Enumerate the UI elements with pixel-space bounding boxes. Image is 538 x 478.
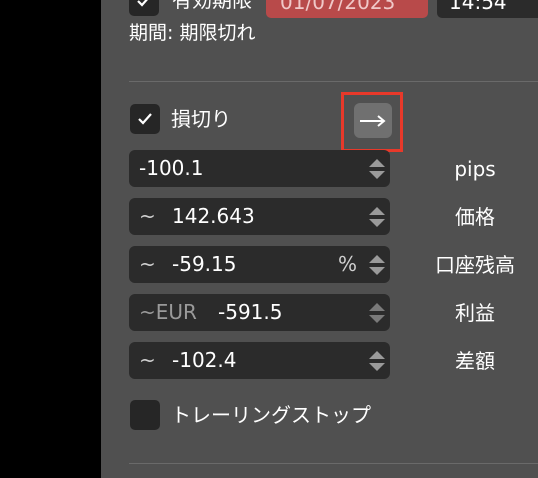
balance-unit: 口座残高 bbox=[435, 253, 515, 277]
difference-value: -102.4 bbox=[172, 348, 237, 372]
stepper-icon[interactable] bbox=[368, 206, 386, 228]
stepper-icon[interactable] bbox=[368, 254, 386, 276]
balance-value: -59.15 bbox=[172, 252, 237, 276]
difference-unit: 差額 bbox=[455, 349, 495, 373]
pips-input[interactable]: -100.1 bbox=[129, 150, 390, 187]
expiry-checkbox[interactable] bbox=[129, 0, 159, 16]
trailing-stop-label: トレーリングストップ bbox=[171, 403, 371, 427]
period-text: 期間: 期限切れ bbox=[129, 22, 256, 44]
expiry-time-input[interactable]: 14:54 bbox=[437, 0, 538, 18]
pips-unit: pips bbox=[454, 157, 496, 181]
arrow-button[interactable] bbox=[354, 103, 392, 138]
balance-percent-input[interactable]: ~ -59.15 % bbox=[129, 246, 390, 283]
checkmark-icon bbox=[137, 0, 148, 7]
expiry-date-value: 01/07/2023 bbox=[280, 0, 396, 14]
price-input[interactable]: ~ 142.643 bbox=[129, 198, 390, 235]
profit-input[interactable]: ~EUR -591.5 bbox=[129, 294, 390, 331]
divider bbox=[129, 81, 538, 82]
stepper-icon[interactable] bbox=[368, 158, 386, 180]
price-unit: 価格 bbox=[455, 205, 495, 229]
difference-input[interactable]: ~ -102.4 bbox=[129, 342, 390, 379]
percent-suffix: % bbox=[338, 252, 358, 276]
balance-prefix: ~ bbox=[139, 252, 156, 276]
profit-prefix: ~EUR bbox=[139, 300, 197, 324]
pips-value: -100.1 bbox=[139, 156, 204, 180]
profit-unit: 利益 bbox=[455, 301, 495, 325]
stepper-icon[interactable] bbox=[368, 302, 386, 324]
stop-loss-label: 損切り bbox=[171, 107, 231, 131]
checkmark-icon bbox=[138, 113, 152, 125]
profit-value: -591.5 bbox=[218, 300, 283, 324]
expiry-time-value: 14:54 bbox=[449, 0, 507, 14]
price-value: 142.643 bbox=[172, 204, 255, 228]
expiry-label: 有効期限 bbox=[172, 0, 252, 12]
expiry-date-input[interactable]: 01/07/2023 bbox=[266, 0, 428, 18]
right-arrow-icon bbox=[360, 115, 386, 127]
price-prefix: ~ bbox=[139, 204, 156, 228]
stop-loss-checkbox[interactable] bbox=[130, 104, 160, 134]
difference-prefix: ~ bbox=[139, 348, 156, 372]
stepper-icon[interactable] bbox=[368, 350, 386, 372]
divider bbox=[129, 463, 538, 464]
trailing-stop-checkbox[interactable] bbox=[130, 400, 160, 430]
